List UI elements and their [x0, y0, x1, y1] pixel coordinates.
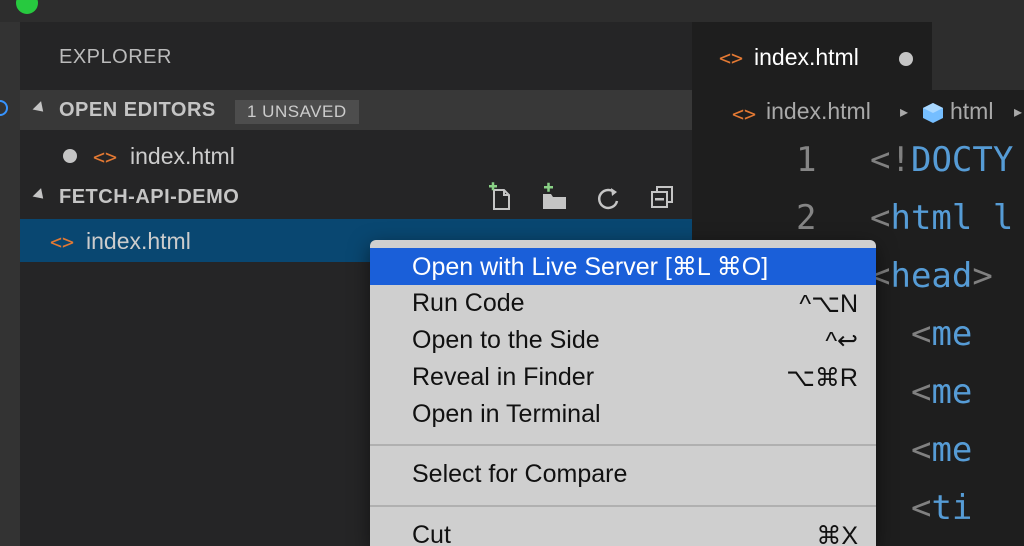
code-token: DOCTY — [910, 140, 1014, 180]
tab-bar-empty — [932, 22, 1024, 90]
menu-item-run-code[interactable]: Run Code ^⌥N — [370, 285, 876, 322]
breadcrumb: <> index.html ▸ html ▸ — [692, 90, 1024, 134]
code-token: ! — [890, 140, 911, 180]
menu-item-shortcut: ⌘X — [816, 522, 858, 546]
open-editors-header[interactable]: OPEN EDITORS 1 UNSAVED — [20, 90, 692, 130]
menu-item-reveal-in-finder[interactable]: Reveal in Finder ⌥⌘R — [370, 359, 876, 396]
menu-item-label: Select for Compare — [412, 460, 628, 488]
menu-item-open-in-terminal[interactable]: Open in Terminal — [370, 396, 876, 433]
menu-item-shortcut: ^⌥N — [799, 290, 858, 318]
html-file-icon: <> — [50, 230, 75, 254]
chevron-right-icon: ▸ — [1014, 104, 1023, 121]
menu-item-label: Reveal in Finder — [412, 363, 595, 391]
open-editor-filename: index.html — [130, 143, 235, 169]
code-line[interactable]: 1 <!DOCTY — [692, 140, 1024, 198]
open-editors-label: OPEN EDITORS — [59, 99, 216, 121]
html-file-icon: <> — [719, 46, 744, 70]
breadcrumb-symbol[interactable]: html — [950, 98, 993, 125]
menu-item-label: Open to the Side — [412, 326, 600, 354]
window-zoom-button[interactable] — [16, 0, 38, 14]
menu-item-shortcut: ^↩ — [825, 327, 858, 355]
title-bar — [0, 0, 1024, 22]
menu-item-label: Open in Terminal — [412, 400, 601, 428]
tab-index-html[interactable]: <> index.html — [692, 22, 932, 90]
code-token: l — [972, 198, 1014, 238]
chevron-right-icon: ▸ — [900, 104, 909, 121]
tab-label: index.html — [754, 44, 859, 70]
menu-item-label: Cut — [412, 521, 451, 546]
explorer-filename: index.html — [86, 228, 191, 254]
code-token: < — [910, 372, 932, 412]
new-file-icon[interactable] — [485, 182, 517, 214]
code-token: me — [931, 314, 973, 354]
code-token: < — [910, 314, 932, 354]
code-token: < — [870, 198, 891, 238]
collapse-all-icon[interactable] — [646, 182, 678, 214]
unsaved-dot-icon[interactable] — [899, 52, 913, 66]
code-token: > — [972, 256, 1014, 296]
menu-item-open-live-server[interactable]: Open with Live Server [⌘L ⌘O] — [370, 248, 876, 285]
activity-indicator-icon — [0, 100, 8, 116]
folder-label: FETCH-API-DEMO — [59, 186, 240, 208]
chevron-down-icon — [32, 101, 48, 116]
line-number: 1 — [796, 140, 817, 180]
code-token: me — [931, 372, 973, 412]
code-token: < — [910, 488, 932, 528]
html-file-icon: <> — [93, 145, 118, 169]
unsaved-badge: 1 UNSAVED — [235, 100, 359, 124]
code-token: ti — [931, 488, 973, 528]
html-file-icon: <> — [732, 102, 757, 126]
refresh-icon[interactable] — [592, 182, 624, 214]
new-folder-icon[interactable] — [538, 182, 570, 214]
line-number: 2 — [796, 198, 817, 238]
code-token: < — [870, 140, 891, 180]
context-menu: Open with Live Server [⌘L ⌘O] Run Code ^… — [370, 240, 876, 546]
menu-separator — [370, 505, 876, 507]
menu-item-cut[interactable]: Cut ⌘X — [370, 517, 876, 546]
menu-item-label: Run Code — [412, 289, 525, 317]
unsaved-dot-icon — [63, 149, 77, 163]
code-token: me — [931, 430, 973, 470]
code-token: html — [890, 198, 973, 238]
open-editor-item[interactable]: <> index.html — [20, 135, 692, 177]
breadcrumb-file[interactable]: index.html — [766, 98, 871, 125]
explorer-title: EXPLORER — [59, 46, 172, 68]
html-element-icon — [923, 103, 943, 123]
code-token: head — [890, 256, 973, 296]
code-token: < — [910, 430, 932, 470]
menu-item-select-for-compare[interactable]: Select for Compare — [370, 456, 876, 493]
chevron-down-icon — [32, 188, 48, 203]
menu-item-label: Open with Live Server [⌘L ⌘O] — [412, 253, 769, 281]
activity-bar — [0, 22, 20, 546]
menu-item-open-to-side[interactable]: Open to the Side ^↩ — [370, 322, 876, 359]
menu-item-shortcut: ⌥⌘R — [786, 364, 858, 392]
menu-separator — [370, 444, 876, 446]
